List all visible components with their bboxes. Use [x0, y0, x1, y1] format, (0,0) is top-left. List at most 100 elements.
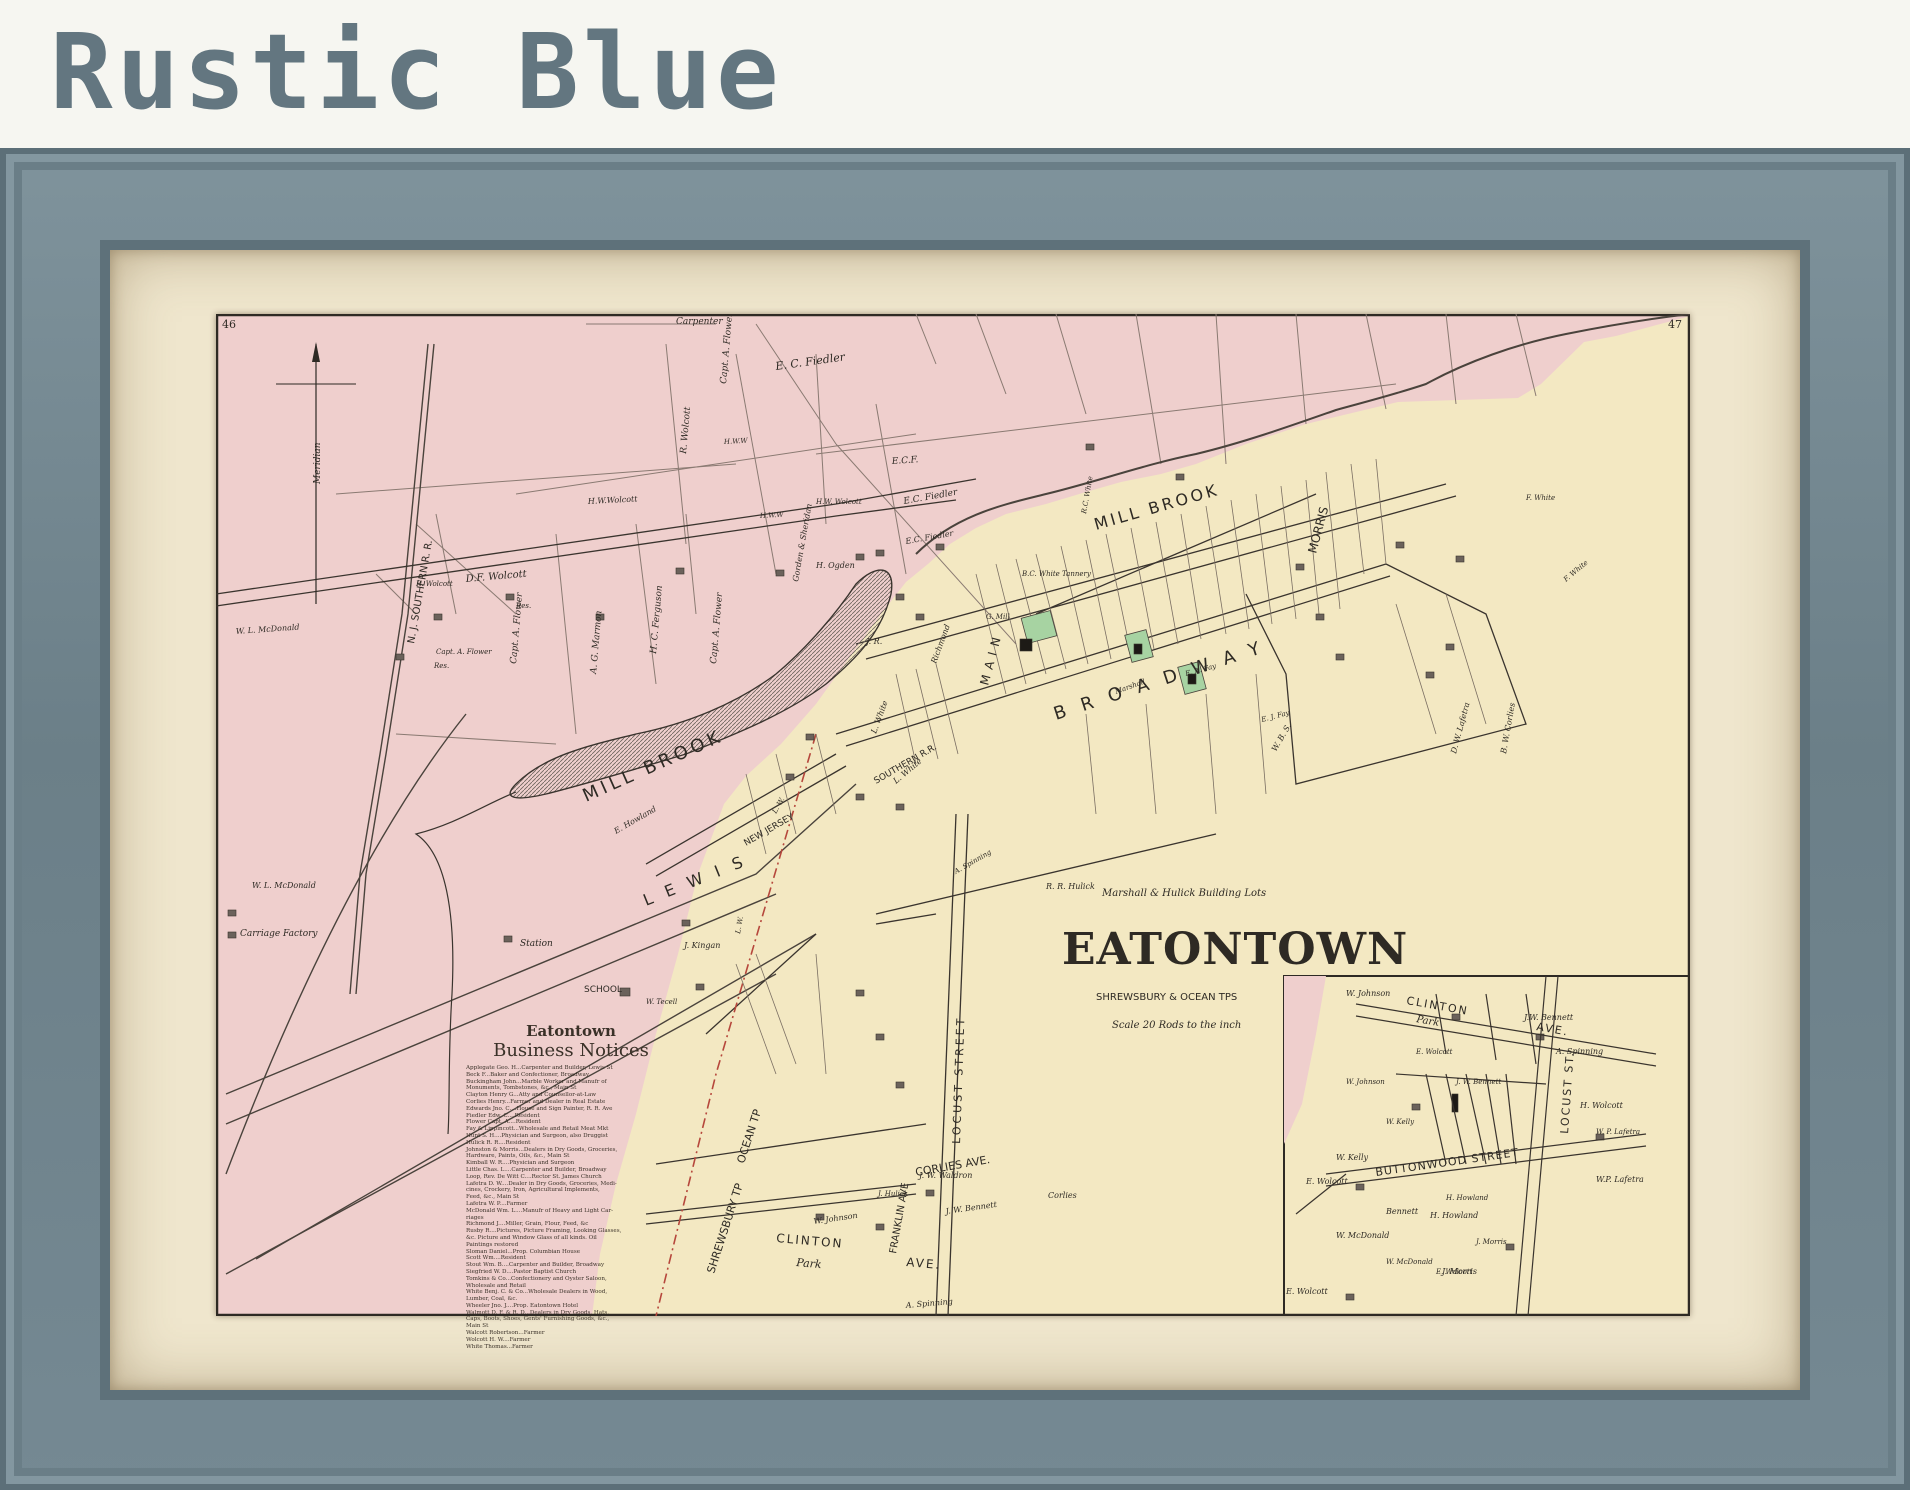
ave-label: AVE.	[906, 1255, 942, 1272]
notice-entry: Lumber, Coal, &c.	[466, 1296, 518, 1303]
town-title: EATONTOWN	[1062, 924, 1408, 975]
owner-label: H.W.W	[759, 511, 785, 520]
owner-label: R. R. Hulick	[1045, 882, 1095, 891]
owner-label: W. B. S.	[1270, 722, 1293, 753]
southern-rr-label: SOUTHERN R.R.	[873, 743, 939, 787]
ocean-tp-label: OCEAN TP	[734, 1107, 764, 1165]
page-number-right: 47	[1668, 318, 1682, 331]
owner-label: W. Johnson	[813, 1211, 858, 1226]
notice-entry: Wolcott H. W....Farmer	[466, 1336, 531, 1343]
owner-label: Carpenter	[676, 317, 723, 327]
notice-entry: Edwards Jno. C....House and Sign Painter…	[466, 1105, 613, 1112]
owner-label: A. Spinning	[904, 1297, 953, 1310]
notice-entry: Corlies Henry...Farmer and Dealer in Rea…	[466, 1098, 606, 1105]
owner-label: Corlies	[1048, 1191, 1077, 1200]
notice-entry: Sloman Daniel...Prop. Columbian House	[466, 1248, 581, 1255]
inset-owner-kelly: W. Kelly	[1336, 1153, 1369, 1162]
notice-entry: Beck F...Baker and Confectioner, Broadwa…	[466, 1071, 590, 1078]
inset-owner-hwolcott: H. Wolcott	[1579, 1101, 1624, 1110]
notice-entry: Hulick R. R....Resident	[466, 1139, 531, 1146]
notice-entry: Johnston & Morris...Dealers in Dry Goods…	[466, 1146, 618, 1153]
notice-entry: Hunt S. H....Physician and Surgeon, also…	[466, 1132, 608, 1139]
product-title: Rustic Blue	[50, 11, 783, 133]
inset-owner-wolcott: E. Wolcott	[1305, 1177, 1348, 1186]
map-sheet: 46 47 EATONTOWN SHREWSBURY & OCEAN TPS S…	[216, 314, 1690, 1316]
notice-entry: Hardware, Paints, Oils, &c., Main St	[466, 1153, 570, 1160]
owner-label: E. Wolcott	[1435, 1268, 1473, 1276]
inset-owner-bennett: J.W. Bennett	[1522, 1013, 1574, 1022]
notice-entry: Feed, &c., Main St	[466, 1194, 520, 1201]
inset-owner-spinning: A. Spinning	[1555, 1047, 1603, 1056]
owner-label: J. W. Bennett	[943, 1200, 998, 1216]
park-label: Park	[795, 1256, 823, 1271]
owner-label: J. W. Bennett	[1454, 1078, 1501, 1086]
owner-label: L. W.	[770, 796, 786, 816]
notice-entry: Applegate Geo. H...Carpenter and Builder…	[466, 1065, 613, 1071]
owner-label: W. Tecell	[646, 998, 677, 1006]
owner-label: J. Kingan	[682, 941, 720, 950]
owner-label: Res.	[433, 662, 449, 670]
owner-label: W. L. McDonald	[252, 881, 316, 890]
inset-owner-bennett2: Bennett	[1385, 1207, 1419, 1216]
inset-owner-howland: H. Howland	[1429, 1211, 1478, 1220]
notice-entry: Walmott D. F. & R. D...Dealers in Dry Go…	[466, 1309, 610, 1316]
main-label: MAIN	[977, 630, 1005, 687]
locust-street-label: LOCUST STREET	[950, 1015, 967, 1144]
inset-owner-lafetra: W.P. Lafetra	[1596, 1175, 1644, 1184]
building-lots-label: Marshall & Hulick Building Lots	[1101, 888, 1266, 899]
owner-label: E.C.F.	[891, 455, 919, 467]
shrewsbury-tp-label: SHREWSBURY TP	[704, 1181, 745, 1275]
owner-label: A. Spinning	[952, 848, 993, 876]
notice-entry: riages	[466, 1214, 484, 1221]
owner-label: J. W. Waldron	[917, 1171, 972, 1180]
inset-owner-johnson: W. Johnson	[1346, 989, 1390, 998]
owner-label: E. Wolcott	[1415, 1048, 1453, 1056]
owner-label: H. Howland	[1445, 1194, 1489, 1202]
notice-entry: Flower Capt. A....Resident	[466, 1119, 541, 1126]
notice-entry: McDonald Wm. L....Manufr of Heavy and Li…	[466, 1207, 614, 1214]
notice-entry: Caps, Boots, Shoes, Gents' Furnishing Go…	[466, 1316, 610, 1323]
map-drawing: 46 47 EATONTOWN SHREWSBURY & OCEAN TPS S…	[216, 314, 1690, 1316]
notice-entry: Lafetra W. P....Farmer	[466, 1200, 528, 1207]
notice-entry: Stout Wm. B....Carpenter and Builder, Br…	[466, 1262, 605, 1269]
notices-heading-town: Eatontown	[526, 1022, 616, 1040]
inset-owner-wolcott2: E. Wolcott	[1285, 1287, 1328, 1296]
clinton-label: CLINTON	[776, 1231, 844, 1251]
owner-label: B. W. Corlies	[1499, 702, 1517, 755]
owner-label: J. Morris	[1474, 1238, 1507, 1246]
station-label: Station	[520, 939, 553, 949]
owner-label: B.C. White Tannery	[1021, 570, 1092, 578]
carriage-factory-label: Carriage Factory	[240, 929, 318, 939]
owner-label: Capt. A. Flower	[436, 648, 492, 656]
owner-label: R. Wolcott	[415, 580, 453, 588]
notices-heading: Business Notices	[493, 1040, 649, 1061]
notice-entry: Monuments, Tombstones, &c., Main St	[466, 1085, 577, 1092]
notice-entry: Buckingham John...Marble Worker and Manu…	[466, 1078, 607, 1085]
owner-label: W. Kelly	[1386, 1118, 1415, 1126]
notice-entry: Wholesale and Retail	[466, 1282, 526, 1289]
owner-label: H. Ogden	[815, 561, 855, 570]
owner-label: J. Hulick	[876, 1190, 908, 1198]
owner-label: W. P. Lafetra	[1596, 1128, 1640, 1136]
notice-entry: Fiedler Edw. C....Resident	[466, 1112, 540, 1119]
owner-label: G. Mill	[986, 613, 1010, 621]
owner-label: W. Johnson	[1346, 1078, 1385, 1086]
notice-entry: Loop, Rev. De Witt C....Rector St. James…	[466, 1173, 602, 1180]
notice-entry: Lafetra D. W....Dealer in Dry Goods, Gro…	[466, 1180, 617, 1187]
business-notices: Eatontown Business Notices Applegate Geo…	[466, 1022, 676, 1350]
inset-box	[1283, 975, 1690, 1316]
meridian-label: Meridian	[313, 442, 323, 485]
owner-label: F. White	[1561, 559, 1589, 584]
notice-entry: Walcott Robertson...Farmer	[466, 1330, 545, 1337]
owner-label: L. W.	[734, 916, 745, 935]
owner-label: E. J. Fay	[1259, 708, 1291, 724]
owner-label: H.W. Wolcott	[815, 498, 862, 506]
notices-list: Applegate Geo. H...Carpenter and Builder…	[466, 1065, 676, 1350]
owner-label: J. R.	[864, 637, 882, 646]
notice-entry: Richmond J....Miller, Grain, Flour, Feed…	[466, 1221, 589, 1228]
notice-entry: &c. Picture and Window Glass of all kind…	[466, 1234, 597, 1241]
notice-entry: Kimball W. R....Physician and Surgeon	[466, 1160, 575, 1167]
notice-entry: White Thomas...Farmer	[466, 1343, 533, 1350]
notice-entry: Scott Wm....Resident	[466, 1255, 526, 1262]
owner-label: L. White	[869, 699, 890, 735]
